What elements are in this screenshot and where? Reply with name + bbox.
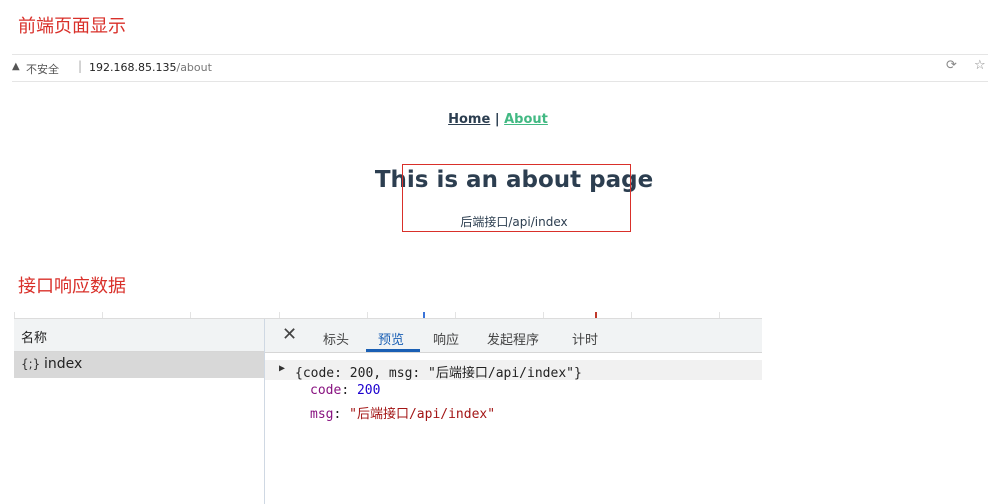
load-marker xyxy=(595,312,597,318)
json-summary: {code: 200, msg: "后端接口/api/index"} xyxy=(295,366,582,381)
address-bar[interactable]: ▲ 不安全 | 192.168.85.135/about ⟳ ☆ xyxy=(12,54,988,82)
url-text[interactable]: 192.168.85.135/about xyxy=(89,61,212,74)
tab-preview[interactable]: 预览 xyxy=(378,329,404,348)
highlight-box xyxy=(402,164,631,232)
url-host: 192.168.85.135 xyxy=(89,61,177,74)
request-detail-panel: ✕ 标头 预览 响应 发起程序 计时 ▶ {code: 200, msg: "后… xyxy=(265,319,762,504)
nav-about-link[interactable]: About xyxy=(504,112,548,127)
tab-response[interactable]: 响应 xyxy=(433,329,459,348)
network-timeline[interactable] xyxy=(14,312,762,319)
prop-value-msg: "后端接口/api/index" xyxy=(349,407,496,422)
name-header-label: 名称 xyxy=(21,331,48,346)
dom-loaded-marker xyxy=(423,312,425,318)
tab-timing[interactable]: 计时 xyxy=(572,329,598,348)
insecure-label[interactable]: 不安全 xyxy=(26,61,59,77)
prop-key-code: code xyxy=(310,383,342,398)
request-row-index[interactable]: {;} index xyxy=(14,352,264,378)
nav-home-link[interactable]: Home xyxy=(448,112,490,127)
nav-separator: | xyxy=(494,112,500,127)
tab-initiator[interactable]: 发起程序 xyxy=(487,329,539,348)
api-response-heading: 接口响应数据 xyxy=(18,276,126,297)
xhr-icon: {;} xyxy=(21,357,41,371)
frontend-display-heading: 前端页面显示 xyxy=(18,16,126,37)
prop-value-code: 200 xyxy=(356,383,381,398)
request-name: index xyxy=(44,356,83,372)
name-column-header[interactable]: 名称 xyxy=(14,319,264,352)
detail-tabs: ✕ 标头 预览 响应 发起程序 计时 xyxy=(265,319,762,353)
expand-triangle-icon[interactable]: ▶ xyxy=(279,363,285,374)
json-summary-row[interactable]: ▶ {code: 200, msg: "后端接口/api/index"} xyxy=(265,360,762,381)
url-path: /about xyxy=(176,61,212,74)
close-icon[interactable]: ✕ xyxy=(282,324,297,345)
request-list: 名称 {;} index xyxy=(14,319,265,504)
url-separator: | xyxy=(78,59,83,73)
warning-icon[interactable]: ▲ xyxy=(12,61,20,72)
page-nav: Home | About xyxy=(0,112,996,127)
translate-icon[interactable]: ⟳ xyxy=(946,58,957,73)
bookmark-star-icon[interactable]: ☆ xyxy=(974,58,986,73)
tab-headers[interactable]: 标头 xyxy=(323,329,349,348)
active-tab-indicator xyxy=(366,349,420,352)
prop-key-msg: msg xyxy=(310,407,334,422)
json-prop-code: code: 200 xyxy=(310,383,381,398)
json-prop-msg: msg: "后端接口/api/index" xyxy=(310,407,496,422)
